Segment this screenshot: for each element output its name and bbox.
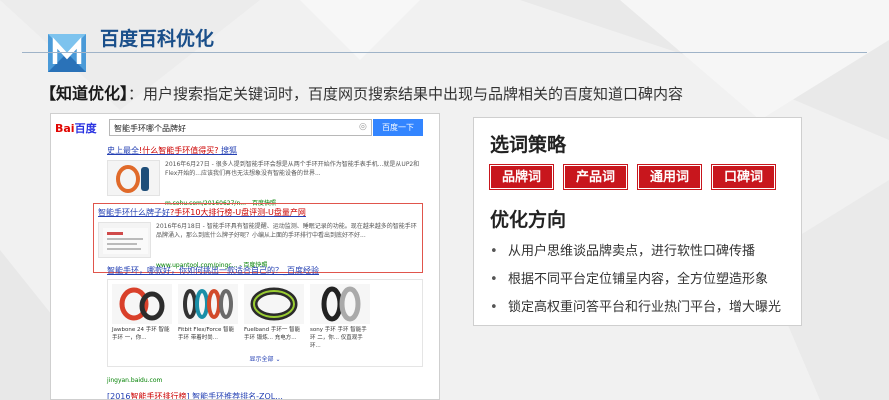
subtitle-label: 【知道优化】	[40, 84, 129, 103]
gallery-item[interactable]: Fuelband 手环一 智能手环 锻炼... 充电方...	[244, 284, 304, 342]
search-result-1: 史上最全!什么智能手环值得买? 搜狐 2016年6月27日 - 很多人提到智能手…	[107, 145, 427, 207]
search-button[interactable]: 百度一下	[373, 119, 423, 136]
tag-reputation: 口碑词	[711, 164, 776, 190]
search-result-2-highlighted: 智能手环什么牌子好?手环10大排行榜-U盘评测-U盘量产网 2016年6月18日…	[93, 203, 423, 273]
result-title-link[interactable]: 智能手环，哪款好，你如何挑出一款适合自己的？_百度经验	[107, 265, 427, 276]
result-thumbnail	[98, 222, 151, 258]
keywords-heading: 选词策略	[490, 134, 567, 156]
result-title-link[interactable]: [2016智能手环排行榜] 智能手环推荐排名-ZOL...	[107, 391, 283, 399]
result-thumbnail	[107, 160, 160, 196]
tag-generic: 通用词	[637, 164, 702, 190]
gallery-item[interactable]: Jawbone 24 手环 智能手环 一，你...	[112, 284, 172, 342]
slide-title: 百度百科优化	[100, 28, 215, 50]
camera-icon[interactable]: ◎	[359, 122, 367, 132]
result-source[interactable]: jingyan.baidu.com	[107, 377, 162, 384]
result-title-link[interactable]: 史上最全!什么智能手环值得买? 搜狐	[107, 145, 427, 156]
result-title-link[interactable]: 智能手环什么牌子好?手环10大排行榜-U盘评测-U盘量产网	[98, 207, 418, 218]
gallery-item[interactable]: sony 手环 手环 智能手环 二，你... 仅直观手环...	[310, 284, 370, 350]
image-gallery: Jawbone 24 手环 智能手环 一，你... Fitbit Flex/Fo…	[107, 279, 423, 367]
show-all-link[interactable]: 显示全部 ⌄	[108, 354, 422, 363]
result-snippet: 2016年6月27日 - 很多人提到智能手环会想是从两个手环开始作为智能手表手机…	[165, 161, 420, 177]
subtitle-text: ：用户搜索指定关键词时，百度网页搜索结果中出现与品牌相关的百度知道口碑内容	[128, 85, 684, 103]
direction-list: • 从用户思维谈品牌卖点，进行软性口碑传播 • 根据不同平台定位铺呈内容，全方位塑造…	[490, 244, 781, 328]
gallery-item[interactable]: Fitbit Flex/Force 智能手环 带着时尚...	[178, 284, 238, 342]
tag-brand: 品牌词	[489, 164, 554, 190]
search-result-3: 智能手环，哪款好，你如何挑出一款适合自己的？_百度经验	[107, 265, 427, 276]
baidu-logo: Bai百度	[55, 122, 97, 135]
search-result-screenshot: Bai百度 智能手环哪个品牌好 ◎ 百度一下 史上最全!什么智能手环值得买? 搜…	[50, 113, 440, 400]
result-snippet: 2016年6月18日 - 智能手环具有智能提醒、运动监测、睡眠记录的功能。现在越…	[156, 223, 417, 239]
search-input[interactable]: 智能手环哪个品牌好	[109, 119, 372, 136]
company-logo	[48, 34, 86, 72]
title-divider	[22, 52, 867, 53]
direction-heading: 优化方向	[490, 209, 567, 231]
strategy-card: 选词策略 品牌词 产品词 通用词 口碑词 优化方向 • 从用户思维谈品牌卖点，进行…	[473, 117, 802, 326]
slide-subtitle: 【知道优化】：用户搜索指定关键词时，百度网页搜索结果中出现与品牌相关的百度知道口…	[40, 80, 683, 104]
list-item: • 锁定高权重问答平台和行业热门平台，增大曝光	[490, 300, 782, 315]
chevron-down-icon: ⌄	[275, 356, 281, 363]
list-item: • 根据不同平台定位铺呈内容，全方位塑造形象	[490, 272, 769, 287]
list-item: • 从用户思维谈品牌卖点，进行软性口碑传播	[490, 244, 756, 259]
tag-product: 产品词	[563, 164, 628, 190]
keyword-tags: 品牌词 产品词 通用词 口碑词	[489, 164, 776, 190]
